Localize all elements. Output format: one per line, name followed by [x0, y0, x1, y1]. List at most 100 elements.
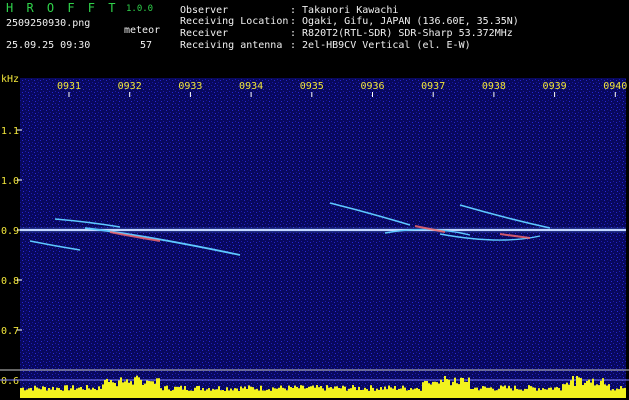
histogram-bar: [334, 386, 336, 398]
histogram-bar: [34, 385, 36, 398]
histogram-bar: [344, 386, 346, 398]
histogram-bar: [202, 388, 204, 398]
histogram-bar: [138, 377, 140, 398]
histogram-bar: [480, 388, 482, 398]
histogram-bar: [112, 382, 114, 398]
histogram-bar: [534, 387, 536, 398]
histogram-bar: [450, 385, 452, 398]
histogram-bar: [544, 389, 546, 398]
histogram-bar: [504, 385, 506, 398]
histogram-bar: [356, 390, 358, 398]
histogram-bar: [180, 385, 182, 398]
histogram-bar: [350, 388, 352, 398]
histogram-bar: [162, 390, 164, 398]
histogram-bar: [402, 385, 404, 398]
histogram-bar: [190, 390, 192, 398]
histogram-bar: [50, 389, 52, 398]
histogram-bar: [226, 387, 228, 398]
histogram-bar: [512, 390, 514, 398]
histogram-bar: [622, 388, 624, 398]
histogram-bar: [398, 388, 400, 398]
histogram-bar: [272, 387, 274, 398]
histogram-bar: [462, 378, 464, 398]
histogram-bar: [536, 390, 538, 398]
histogram-bar: [172, 390, 174, 398]
histogram-bar: [188, 390, 190, 398]
histogram-bar: [532, 387, 534, 398]
histogram-bar: [100, 388, 102, 398]
histogram-bar: [340, 388, 342, 398]
histogram-bar: [110, 380, 112, 398]
histogram-bar: [300, 385, 302, 398]
histogram-bar: [446, 379, 448, 398]
histogram-bar: [586, 380, 588, 398]
histogram-bar: [44, 387, 46, 398]
histogram-bar: [308, 386, 310, 398]
histogram-bar: [280, 385, 282, 398]
histogram-bar: [562, 384, 564, 398]
histogram-bar: [258, 390, 260, 398]
histogram-bar: [104, 380, 106, 398]
histogram-bar: [76, 388, 78, 398]
histogram-bar: [294, 385, 296, 398]
histogram-bar: [552, 389, 554, 398]
spectrogram: kHz 0931 0932 0933 0934 0935 0936 0937 0938 0939…: [0, 74, 629, 398]
histogram-bar: [370, 385, 372, 398]
histogram-bar: [412, 389, 414, 398]
histogram-bar: [230, 388, 232, 398]
histogram-bar: [286, 390, 288, 398]
histogram-bar: [404, 387, 406, 398]
histogram-bar: [492, 388, 494, 398]
histogram-bar: [592, 378, 594, 398]
histogram-bar: [354, 387, 356, 398]
histogram-bar: [418, 389, 420, 398]
histogram-bar: [216, 389, 218, 398]
histogram-bar: [128, 382, 130, 398]
histogram-bar: [508, 385, 510, 398]
histogram-bar: [302, 385, 304, 398]
histogram-bar: [608, 384, 610, 398]
time-tick-label: 0936: [360, 81, 384, 92]
histogram-bar: [80, 386, 82, 398]
histogram-bar: [204, 390, 206, 398]
histogram-bar: [60, 389, 62, 398]
frequency-axis: 1.1 1.0 0.9 0.8 0.7 0.6: [1, 126, 22, 387]
histogram-bar: [540, 390, 542, 398]
histogram-bar: [316, 385, 318, 398]
histogram-bar: [298, 388, 300, 398]
histogram-bar: [246, 388, 248, 398]
histogram-bar: [264, 390, 266, 398]
time-tick-label: 0938: [482, 81, 506, 92]
histogram-bar: [368, 390, 370, 398]
histogram-bar: [600, 380, 602, 398]
histogram-bar: [624, 387, 626, 398]
histogram-bar: [474, 387, 476, 398]
histogram-bar: [522, 390, 524, 398]
histogram-bar: [458, 384, 460, 398]
histogram-bar: [250, 386, 252, 398]
histogram-bar: [574, 385, 576, 398]
histogram-bar: [248, 385, 250, 398]
histogram-bar: [198, 385, 200, 398]
histogram-bar: [166, 385, 168, 398]
time-tick-label: 0933: [178, 81, 202, 92]
histogram-bar: [158, 378, 160, 398]
histogram-bar: [594, 385, 596, 398]
histogram-bar: [42, 386, 44, 398]
histogram-bar: [168, 389, 170, 398]
histogram-bar: [546, 389, 548, 398]
histogram-bar: [48, 388, 50, 398]
histogram-bar: [494, 390, 496, 398]
histogram-bar: [394, 386, 396, 398]
histogram-bar: [82, 389, 84, 398]
histogram-bar: [596, 384, 598, 398]
histogram-bar: [434, 381, 436, 398]
histogram-bar: [312, 385, 314, 398]
histogram-bar: [30, 387, 32, 398]
histogram-bar: [210, 390, 212, 398]
histogram-bar: [132, 384, 134, 398]
histogram-bar: [288, 385, 290, 398]
histogram-bar: [268, 389, 270, 398]
histogram-bar: [176, 386, 178, 398]
histogram-bar: [556, 387, 558, 398]
